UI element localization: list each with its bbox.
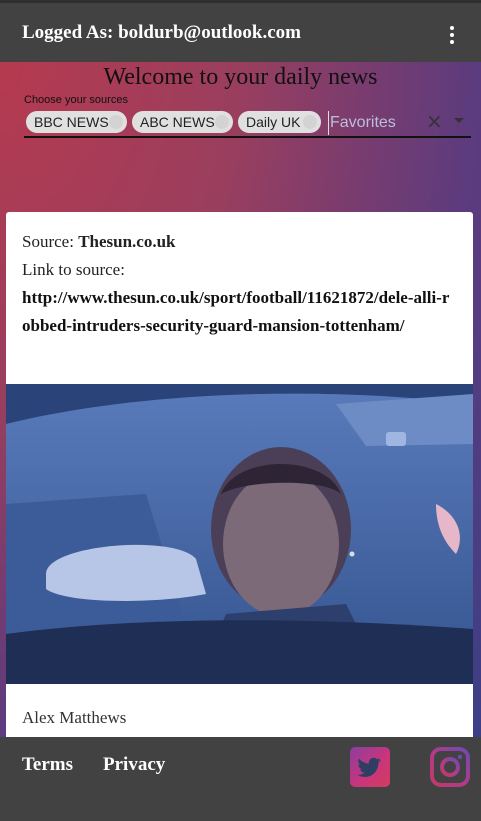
source-chip-daily-uk: Daily UK (238, 111, 321, 133)
twitter-bird-icon (357, 757, 381, 777)
sources-select[interactable]: BBC NEWS ABC NEWS Daily UK × (24, 108, 471, 138)
chip-label: BBC NEWS (34, 114, 109, 130)
dropdown-arrow-icon[interactable] (454, 118, 464, 123)
car-driver-photo (6, 384, 473, 684)
chip-remove-icon[interactable] (109, 115, 123, 129)
privacy-link[interactable]: Privacy (103, 754, 165, 776)
source-line: Source: Thesun.co.uk (22, 232, 176, 252)
app-header: Logged As: boldurb@outlook.com (0, 0, 481, 62)
article-image (6, 384, 473, 684)
source-chip-bbc: BBC NEWS (26, 111, 127, 133)
clear-icon[interactable]: × (426, 109, 443, 133)
author-name: Alex Matthews (22, 708, 127, 727)
footer: Terms Privacy (0, 737, 481, 821)
sources-label: Choose your sources (24, 94, 128, 106)
terms-link[interactable]: Terms (22, 754, 73, 776)
news-card: Source: Thesun.co.uk Link to source: htt… (6, 212, 473, 737)
chip-label: ABC NEWS (140, 114, 215, 130)
page-title: Welcome to your daily news (103, 64, 378, 90)
main-content: Welcome to your daily news Choose your s… (0, 62, 481, 737)
kebab-menu-icon[interactable] (445, 26, 459, 48)
source-value: Thesun.co.uk (78, 232, 176, 251)
instagram-icon[interactable] (430, 747, 470, 787)
favorites-input[interactable] (328, 111, 422, 135)
chip-label: Daily UK (246, 114, 301, 130)
source-chip-abc: ABC NEWS (132, 111, 233, 133)
logged-in-user-label: Logged As: boldurb@outlook.com (22, 22, 301, 43)
instagram-glyph-icon (430, 747, 470, 787)
link-label: Link to source: (22, 260, 125, 279)
source-link[interactable]: http://www.thesun.co.uk/sport/football/1… (22, 284, 452, 340)
chip-remove-icon[interactable] (303, 115, 317, 129)
source-label: Source: (22, 232, 79, 251)
chip-remove-icon[interactable] (215, 115, 229, 129)
twitter-icon[interactable] (350, 747, 390, 787)
